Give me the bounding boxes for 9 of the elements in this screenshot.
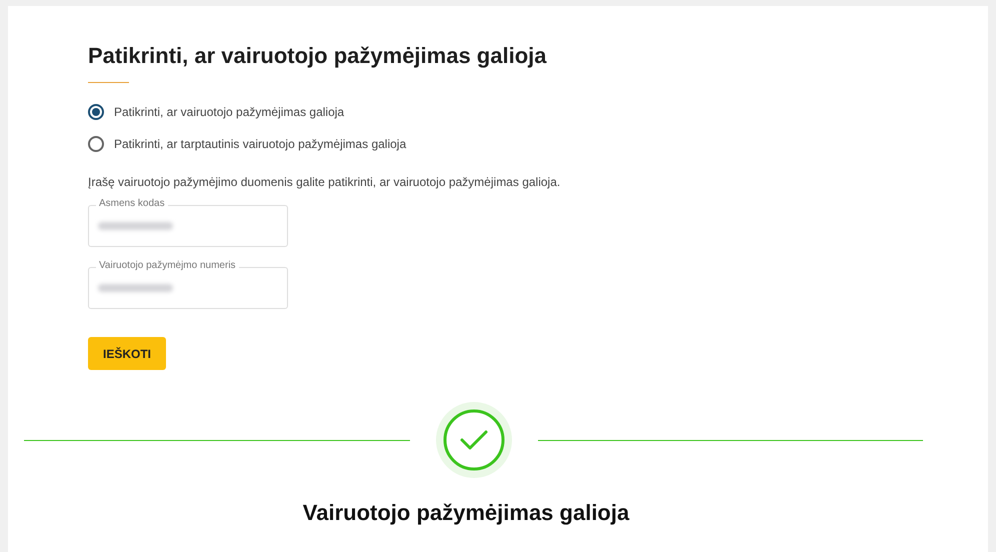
result-message: Vairuotojo pažymėjimas galioja [302, 499, 630, 527]
search-button[interactable]: IEŠKOTI [88, 337, 166, 370]
radio-button[interactable] [88, 136, 104, 152]
radio-button[interactable] [88, 104, 104, 120]
field-label: Vairuotojo pažymėjmo numeris [96, 260, 239, 272]
radio-option[interactable]: Patikrinti, ar vairuotojo pažymėjimas galioja [88, 103, 344, 121]
radio-option[interactable]: Patikrinti, ar tarptautinis vairuotojo pažymėjimas galioja [88, 135, 406, 153]
page-title: Patikrinti, ar vairuotojo pažymėjimas galioja [88, 42, 548, 70]
description-text: Įrašę vairuotojo pažymėjimo duomenis galite patikrinti, ar vairuotojo pažymėjimas galioja. [88, 174, 562, 191]
